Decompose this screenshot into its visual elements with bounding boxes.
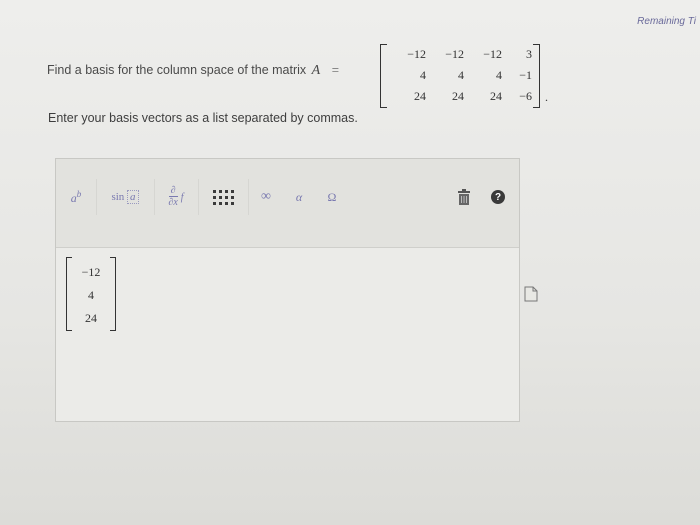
matrix-cell: 4 xyxy=(496,68,502,82)
matrix-cell: 24 xyxy=(452,89,464,103)
matrix-left-bracket xyxy=(380,44,387,108)
matrix-cell: 24 xyxy=(490,89,502,103)
alpha-icon: α xyxy=(295,189,303,204)
equals-sign: = xyxy=(331,63,339,77)
question-page: Remaining Ti Find a basis for the column… xyxy=(0,0,700,525)
power-icon: ab xyxy=(70,188,82,205)
vector-right-bracket xyxy=(110,257,116,331)
matrix-row: −12 −12 −12 3 xyxy=(388,44,536,65)
sin-icon: sin a xyxy=(111,190,139,204)
remaining-time-label: Remaining Ti xyxy=(637,16,696,27)
omega-icon: Ω xyxy=(327,189,337,204)
vector-cell[interactable]: −12 xyxy=(74,261,108,284)
trash-icon xyxy=(458,189,470,205)
matrix-cell: 3 xyxy=(526,47,532,61)
matrix-row: 4 4 4 −1 xyxy=(388,65,536,86)
answer-vector[interactable]: −12 4 24 xyxy=(66,257,116,331)
vector-cell[interactable]: 4 xyxy=(74,284,108,307)
matrix-row: 24 24 24 −6 xyxy=(388,86,536,107)
matrix-cell: −6 xyxy=(519,89,532,103)
matrix-A: −12 −12 −12 3 4 4 4 −1 24 24 24 −6 . xyxy=(380,44,548,108)
matrix-table: −12 −12 −12 3 4 4 4 −1 24 24 24 −6 xyxy=(388,44,536,107)
matrix-cell: −12 xyxy=(407,47,426,61)
question-text: Find a basis for the column space of the… xyxy=(47,63,339,79)
math-answer-editor[interactable]: ab sin a ∂ ∂x f ∞ α Ω ? −12 4 24 xyxy=(55,158,520,422)
matrix-cell: 4 xyxy=(420,68,426,82)
matrix-cell: −1 xyxy=(519,68,532,82)
question-prompt: Find a basis for the column space of the… xyxy=(47,63,307,77)
matrix-variable: A xyxy=(311,63,321,78)
clear-button[interactable] xyxy=(448,179,480,215)
infinity-icon: ∞ xyxy=(261,189,271,204)
matrix-right-bracket xyxy=(533,44,540,108)
power-button[interactable]: ab xyxy=(56,179,97,215)
sin-function-button[interactable]: sin a xyxy=(96,179,155,215)
matrix-button[interactable] xyxy=(198,179,249,215)
matrix-end-period: . xyxy=(545,90,548,104)
matrix-cell: −12 xyxy=(445,47,464,61)
matrix-icon xyxy=(213,190,234,205)
answer-input-area[interactable]: −12 4 24 xyxy=(56,248,519,421)
matrix-cell: −12 xyxy=(483,47,502,61)
infinity-button[interactable]: ∞ xyxy=(248,179,284,215)
derivative-button[interactable]: ∂ ∂x f xyxy=(154,179,199,215)
vector-left-bracket xyxy=(66,257,72,331)
vector-cell[interactable]: 24 xyxy=(74,307,108,330)
matrix-cell: 24 xyxy=(414,89,426,103)
alpha-button[interactable]: α xyxy=(284,179,314,215)
vector-cells: −12 4 24 xyxy=(74,261,108,330)
omega-button[interactable]: Ω xyxy=(314,179,350,215)
help-button[interactable]: ? xyxy=(484,179,512,215)
matrix-cell: 4 xyxy=(458,68,464,82)
document-icon[interactable] xyxy=(524,286,538,307)
help-icon: ? xyxy=(491,190,505,204)
partial-derivative-icon: ∂ ∂x f xyxy=(168,185,184,209)
answer-instruction: Enter your basis vectors as a list separ… xyxy=(48,111,358,125)
math-toolbar: ab sin a ∂ ∂x f ∞ α Ω ? xyxy=(56,159,519,248)
